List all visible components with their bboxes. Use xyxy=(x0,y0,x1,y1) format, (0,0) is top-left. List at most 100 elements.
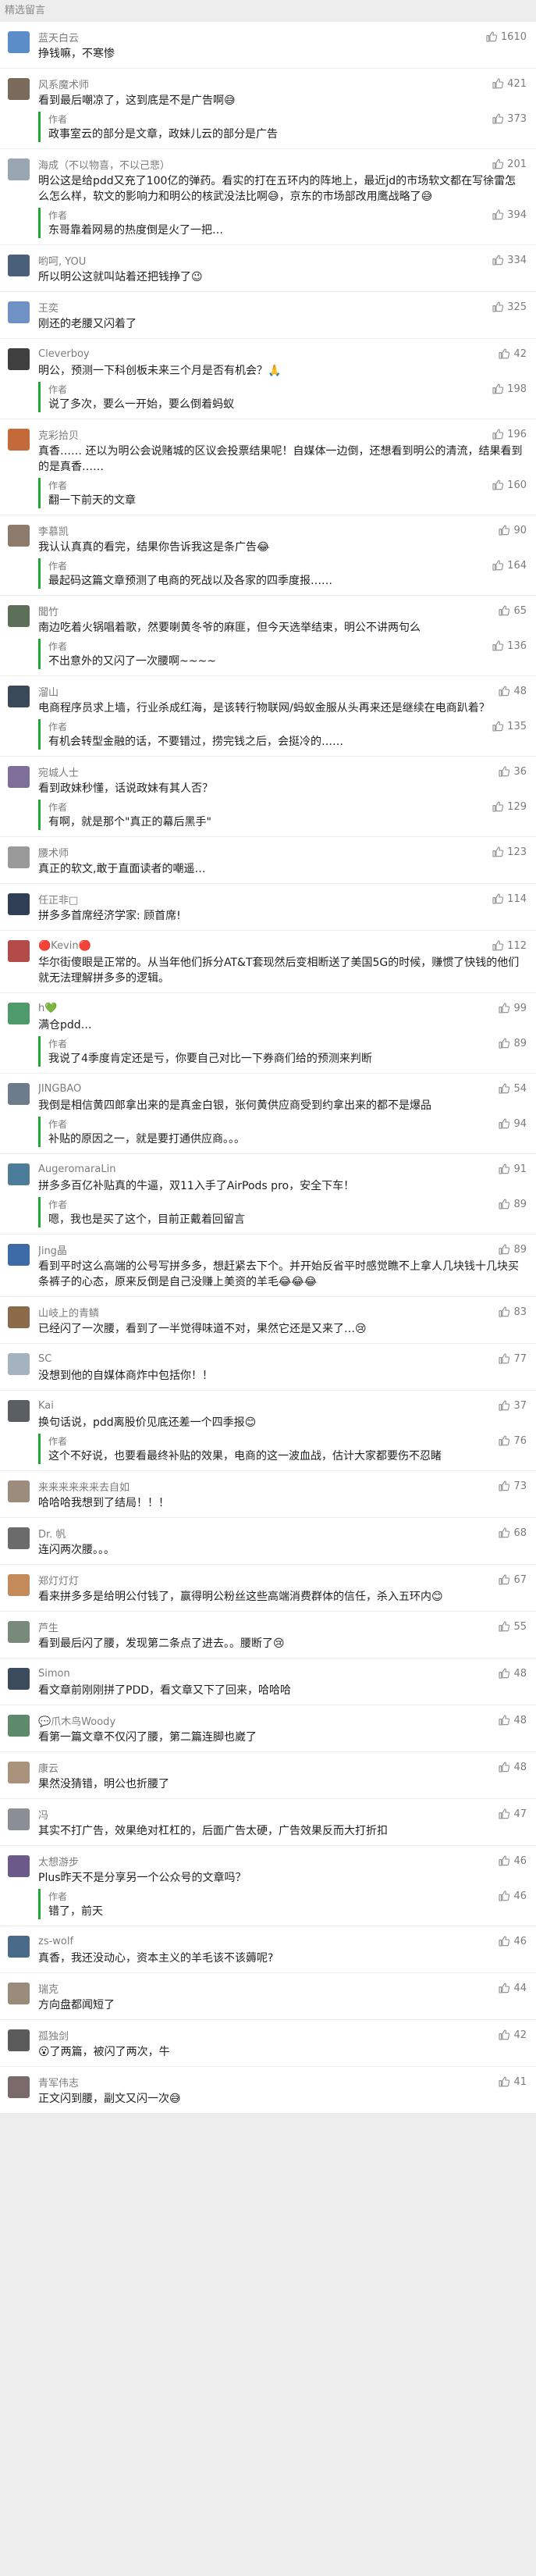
commenter-name[interactable]: 溜山 xyxy=(38,684,498,699)
like-button[interactable]: 123 xyxy=(492,846,527,858)
reply-like-button[interactable]: 373 xyxy=(492,112,527,125)
like-button[interactable]: 1610 xyxy=(485,30,527,43)
avatar[interactable] xyxy=(8,348,30,370)
like-button[interactable]: 89 xyxy=(498,1243,527,1256)
commenter-name[interactable]: 瑞克 xyxy=(38,1981,498,1996)
avatar[interactable] xyxy=(8,1936,30,1958)
like-button[interactable]: 46 xyxy=(498,1935,527,1947)
commenter-name[interactable]: h💚 xyxy=(38,1003,498,1014)
like-button[interactable]: 99 xyxy=(498,1002,527,1014)
commenter-name[interactable]: Dr. 帆 xyxy=(38,1526,498,1541)
avatar[interactable] xyxy=(8,2076,30,2098)
avatar[interactable] xyxy=(8,1855,30,1877)
commenter-name[interactable]: 哟呵, YOU xyxy=(38,253,492,268)
reply-like-button[interactable]: 94 xyxy=(498,1117,527,1130)
reply-like-button[interactable]: 46 xyxy=(498,1890,527,1902)
like-button[interactable]: 334 xyxy=(492,254,527,266)
avatar[interactable] xyxy=(8,1400,30,1422)
commenter-name[interactable]: zs-wolf xyxy=(38,1936,498,1947)
reply-like-button[interactable]: 89 xyxy=(498,1198,527,1210)
avatar[interactable] xyxy=(8,301,30,323)
like-button[interactable]: 91 xyxy=(498,1163,527,1175)
commenter-name[interactable]: JINGBAO xyxy=(38,1083,498,1095)
avatar[interactable] xyxy=(8,1762,30,1783)
like-button[interactable]: 83 xyxy=(498,1306,527,1318)
avatar[interactable] xyxy=(8,605,30,627)
like-button[interactable]: 48 xyxy=(498,685,527,697)
commenter-name[interactable]: 芦生 xyxy=(38,1619,498,1634)
like-button[interactable]: 48 xyxy=(498,1667,527,1680)
commenter-name[interactable]: 聞竹 xyxy=(38,604,498,618)
avatar[interactable] xyxy=(8,159,30,180)
avatar[interactable] xyxy=(8,1244,30,1266)
reply-like-button[interactable]: 394 xyxy=(492,208,527,221)
avatar[interactable] xyxy=(8,429,30,451)
commenter-name[interactable]: 李慕凯 xyxy=(38,523,498,538)
avatar[interactable] xyxy=(8,1480,30,1502)
avatar[interactable] xyxy=(8,1621,30,1643)
like-button[interactable]: 41 xyxy=(498,2075,527,2088)
like-button[interactable]: 421 xyxy=(492,77,527,90)
reply-like-button[interactable]: 160 xyxy=(492,479,527,491)
commenter-name[interactable]: Jing晶 xyxy=(38,1242,498,1257)
avatar[interactable] xyxy=(8,1574,30,1596)
like-button[interactable]: 73 xyxy=(498,1480,527,1492)
reply-like-button[interactable]: 135 xyxy=(492,720,527,732)
avatar[interactable] xyxy=(8,1668,30,1690)
avatar[interactable] xyxy=(8,255,30,276)
like-button[interactable]: 90 xyxy=(498,524,527,536)
like-button[interactable]: 48 xyxy=(498,1761,527,1773)
like-button[interactable]: 36 xyxy=(498,765,527,778)
avatar[interactable] xyxy=(8,686,30,707)
commenter-name[interactable]: 来来来来来来去自如 xyxy=(38,1479,498,1494)
commenter-name[interactable]: 青军伟志 xyxy=(38,2075,498,2090)
commenter-name[interactable]: AugeromaraLin xyxy=(38,1163,498,1175)
commenter-name[interactable]: 腰术师 xyxy=(38,845,492,860)
avatar[interactable] xyxy=(8,1983,30,2004)
reply-like-button[interactable]: 136 xyxy=(492,640,527,652)
like-button[interactable]: 67 xyxy=(498,1573,527,1586)
reply-like-button[interactable]: 76 xyxy=(498,1434,527,1447)
commenter-name[interactable]: 郑灯灯灯 xyxy=(38,1573,498,1587)
commenter-name[interactable]: Kai xyxy=(38,1400,498,1412)
like-button[interactable]: 42 xyxy=(498,347,527,360)
like-button[interactable]: 54 xyxy=(498,1082,527,1095)
commenter-name[interactable]: 王奕 xyxy=(38,300,492,315)
like-button[interactable]: 48 xyxy=(498,1714,527,1726)
avatar[interactable] xyxy=(8,1527,30,1549)
avatar[interactable] xyxy=(8,893,30,915)
commenter-name[interactable]: 克彩拾贝 xyxy=(38,427,492,442)
commenter-name[interactable]: 太想游步 xyxy=(38,1854,498,1869)
commenter-name[interactable]: 💬爪木鸟Woody xyxy=(38,1713,498,1728)
like-button[interactable]: 201 xyxy=(492,158,527,170)
like-button[interactable]: 44 xyxy=(498,1982,527,1994)
avatar[interactable] xyxy=(8,940,30,962)
like-button[interactable]: 77 xyxy=(498,1352,527,1365)
avatar[interactable] xyxy=(8,1306,30,1328)
commenter-name[interactable]: 🔴Kevin🔴 xyxy=(38,940,492,952)
avatar[interactable] xyxy=(8,846,30,868)
commenter-name[interactable]: 蓝天白云 xyxy=(38,30,485,45)
reply-like-button[interactable]: 89 xyxy=(498,1037,527,1049)
like-button[interactable]: 114 xyxy=(492,893,527,905)
commenter-name[interactable]: 任正非□ xyxy=(38,892,492,907)
like-button[interactable]: 47 xyxy=(498,1808,527,1820)
avatar[interactable] xyxy=(8,1083,30,1105)
avatar[interactable] xyxy=(8,1715,30,1737)
reply-like-button[interactable]: 164 xyxy=(492,559,527,572)
avatar[interactable] xyxy=(8,1353,30,1375)
avatar[interactable] xyxy=(8,525,30,547)
like-button[interactable]: 37 xyxy=(498,1399,527,1412)
commenter-name[interactable]: Cleverboy xyxy=(38,348,498,360)
commenter-name[interactable]: 风系魔术师 xyxy=(38,77,492,91)
like-button[interactable]: 68 xyxy=(498,1527,527,1539)
like-button[interactable]: 196 xyxy=(492,428,527,440)
commenter-name[interactable]: SC xyxy=(38,1353,498,1365)
reply-like-button[interactable]: 198 xyxy=(492,383,527,395)
like-button[interactable]: 112 xyxy=(492,939,527,952)
like-button[interactable]: 46 xyxy=(498,1855,527,1867)
commenter-name[interactable]: 山岐上的青鳞 xyxy=(38,1305,498,1320)
avatar[interactable] xyxy=(8,1163,30,1185)
like-button[interactable]: 55 xyxy=(498,1620,527,1633)
like-button[interactable]: 42 xyxy=(498,2029,527,2041)
